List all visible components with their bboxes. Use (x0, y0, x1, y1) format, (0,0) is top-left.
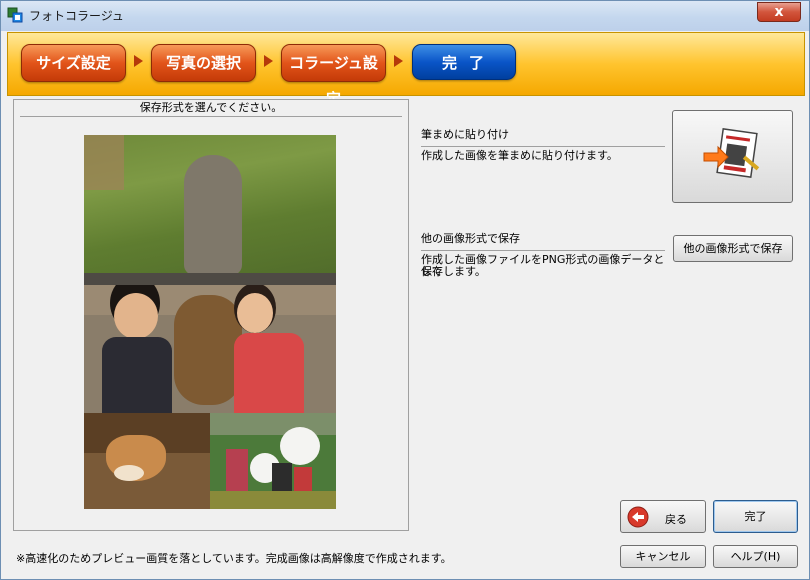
step-arrow-icon (394, 55, 403, 67)
photo-collage-app-icon (7, 7, 23, 23)
step-label: 写真の選択 (165, 54, 241, 72)
title-bar: フォトコラージュ x (1, 1, 809, 31)
cancel-button[interactable]: キャンセル (620, 545, 706, 568)
step-size-settings: サイズ設定 (21, 44, 126, 82)
photo-collage-window: フォトコラージュ x サイズ設定 写真の選択 コラージュ設定 完了 保存形式を選… (0, 0, 810, 580)
wizard-steps-bar: サイズ設定 写真の選択 コラージュ設定 完了 (7, 32, 805, 108)
fudemame-section-title: 筆まめに貼り付け (421, 126, 665, 147)
back-button[interactable]: 戻る (620, 500, 706, 533)
close-button[interactable]: x (757, 2, 801, 22)
collage-photo-dog (84, 413, 210, 509)
fudemame-section-description: 作成した画像を筆まめに貼り付けます。 (421, 149, 618, 162)
finish-button-label: 完了 (744, 510, 767, 523)
cancel-button-label: キャンセル (635, 550, 691, 563)
help-button-label: ヘルプ(H) (730, 550, 781, 563)
help-button[interactable]: ヘルプ(H) (713, 545, 798, 568)
step-collage-settings: コラージュ設定 (281, 44, 386, 108)
close-icon: x (774, 4, 784, 20)
other-format-section-title: 他の画像形式で保存 (421, 230, 665, 251)
footer-note: ※高速化のためプレビュー画質を落としています。完成画像は高解像度で作成されます。 (16, 552, 452, 565)
collage-preview-image (84, 135, 336, 509)
collage-photo-statue (84, 135, 336, 285)
collage-photo-pandas (210, 413, 336, 509)
fudemame-paste-icon (703, 128, 759, 178)
step-arrow-icon (264, 55, 273, 67)
collage-photo-kids (84, 285, 336, 413)
other-format-description-line2: 保存します。 (421, 265, 486, 278)
step-photo-select: 写真の選択 (151, 44, 256, 82)
back-button-label: 戻る (665, 513, 687, 526)
step-complete: 完了 (412, 44, 516, 80)
step-label: サイズ設定 (36, 54, 111, 72)
window-title: フォトコラージュ (29, 9, 124, 23)
back-arrow-icon (627, 506, 649, 528)
step-label: 完了 (441, 54, 496, 72)
paste-to-fudemame-button[interactable] (672, 110, 793, 203)
finish-button[interactable]: 完了 (713, 500, 798, 533)
save-other-format-button[interactable]: 他の画像形式で保存 (673, 235, 793, 262)
preview-caption: 保存形式を選んでください。 (20, 100, 402, 117)
step-arrow-icon (134, 55, 143, 67)
save-other-format-label: 他の画像形式で保存 (683, 242, 783, 255)
preview-panel: 保存形式を選んでください。 (13, 99, 409, 531)
